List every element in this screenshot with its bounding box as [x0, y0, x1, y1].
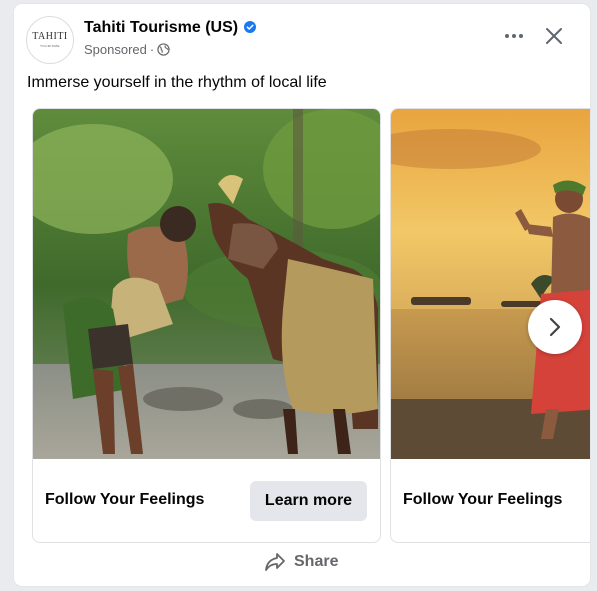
- post-meta: Sponsored ·: [84, 42, 170, 57]
- post-caption: Immerse yourself in the rhythm of local …: [27, 74, 327, 91]
- card-title: Follow Your Feelings: [45, 491, 205, 508]
- card-title: Follow Your Feelings: [403, 491, 563, 508]
- carousel-next-button[interactable]: [528, 300, 582, 354]
- learn-more-button[interactable]: Learn more: [250, 481, 367, 521]
- page-name-link[interactable]: Tahiti Tourisme (US): [84, 19, 238, 36]
- sponsored-post: TAHITI TOURISME Tahiti Tourisme (US) Spo…: [14, 4, 590, 586]
- avatar-logo-text: TAHITI: [32, 31, 68, 42]
- share-arrow-icon: [265, 553, 285, 571]
- close-button[interactable]: [540, 22, 568, 50]
- page-name-row: Tahiti Tourisme (US): [84, 19, 257, 37]
- chevron-right-icon: [549, 317, 561, 337]
- page-avatar[interactable]: TAHITI TOURISME: [26, 16, 74, 64]
- share-button[interactable]: Share: [264, 552, 338, 572]
- close-icon: [546, 28, 562, 44]
- globe-icon: [157, 43, 170, 56]
- man-with-horse-photo[interactable]: [33, 109, 380, 459]
- more-options-button[interactable]: [500, 22, 528, 50]
- more-options-icon: [505, 34, 523, 38]
- share-label: Share: [294, 553, 339, 570]
- verified-badge-icon: [244, 21, 257, 33]
- dancer-at-sunset-photo[interactable]: [391, 109, 590, 459]
- sponsored-label[interactable]: Sponsored: [84, 42, 147, 57]
- meta-separator: ·: [149, 42, 155, 57]
- avatar-logo-subtext: TOURISME: [40, 44, 60, 48]
- carousel-card[interactable]: Follow Your Feelings Learn more: [32, 108, 381, 543]
